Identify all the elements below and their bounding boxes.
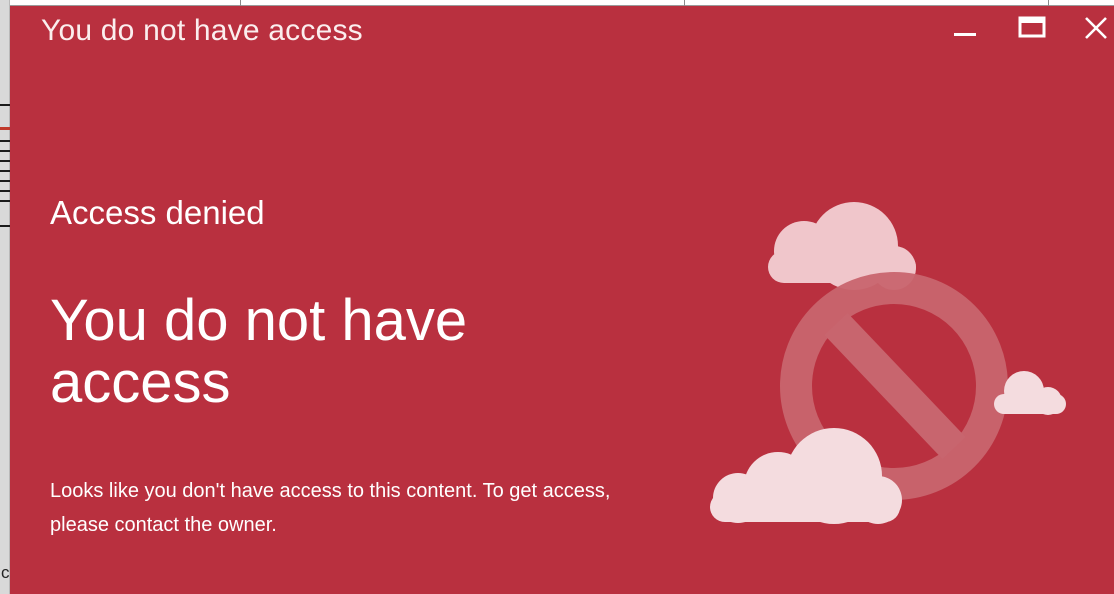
close-button[interactable] [1074,6,1114,50]
background-side-strip [0,0,10,594]
access-denied-label: Access denied [50,194,265,231]
minimize-icon [954,33,976,36]
maximize-button[interactable] [1010,6,1054,50]
window-title: You do not have access [41,14,363,47]
no-access-clouds-illustration [710,202,1066,524]
access-denied-dialog: You do not have access Access denied You… [10,6,1114,594]
close-icon [1085,17,1107,39]
cloud-bottom-icon [710,428,902,524]
page-title: You do not have access [50,288,468,415]
background-corner-text: c [1,563,10,582]
access-message: Looks like you don't have access to this… [50,480,611,536]
minimize-button[interactable] [943,6,987,50]
title-bar[interactable]: You do not have access [10,6,1114,54]
maximize-icon [1018,16,1046,38]
